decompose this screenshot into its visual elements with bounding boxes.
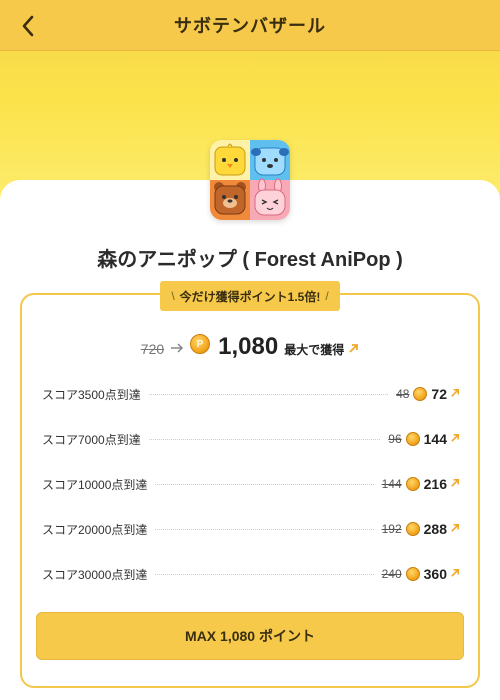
coin-icon: [405, 477, 420, 491]
mission-row: スコア30000点到達 240 360: [42, 564, 460, 584]
dotted-leader: [155, 573, 374, 575]
up-right-arrow-icon: [450, 565, 460, 583]
promo-label: 今だけ獲得ポイント1.5倍!: [179, 289, 321, 304]
coin-icon: [405, 567, 420, 581]
coin-icon: [405, 522, 420, 536]
total-reward: 720 1,080 最大で獲得: [0, 333, 500, 361]
mission-row: スコア3500点到達 48 72: [42, 384, 460, 404]
total-new-points: 1,080: [218, 333, 279, 360]
game-title: 森のアニポップ ( Forest AniPop ): [97, 249, 403, 271]
up-right-arrow-icon: [450, 475, 460, 493]
dotted-leader: [155, 528, 374, 530]
coin-icon: [190, 334, 211, 354]
app-header: サボテンバザール: [0, 0, 500, 51]
dotted-leader: [155, 483, 374, 485]
promo-badge: \ 今だけ獲得ポイント1.5倍! /: [160, 281, 340, 311]
coin-icon: [405, 432, 420, 446]
dotted-leader: [148, 393, 389, 395]
coin-icon: [413, 387, 428, 401]
back-button[interactable]: [14, 12, 42, 40]
mission-row: スコア20000点到達 192 288: [42, 519, 460, 539]
mission-row: スコア7000点到達 96 144: [42, 429, 460, 449]
up-right-arrow-icon: [450, 520, 460, 538]
max-points-button[interactable]: MAX 1,080 ポイント: [36, 612, 464, 660]
chevron-left-icon: [22, 15, 34, 37]
game-app-icon: [210, 140, 290, 220]
total-old-points: 720: [140, 341, 165, 357]
up-right-arrow-icon: [450, 430, 460, 448]
page-title: サボテンバザール: [174, 16, 326, 36]
arrow-right-icon: [170, 341, 184, 357]
up-right-arrow-icon: [348, 343, 359, 357]
dotted-leader: [148, 438, 381, 440]
up-right-arrow-icon: [450, 385, 460, 403]
mission-row: スコア10000点到達 144 216: [42, 474, 460, 494]
total-suffix: 最大で獲得: [284, 343, 345, 357]
